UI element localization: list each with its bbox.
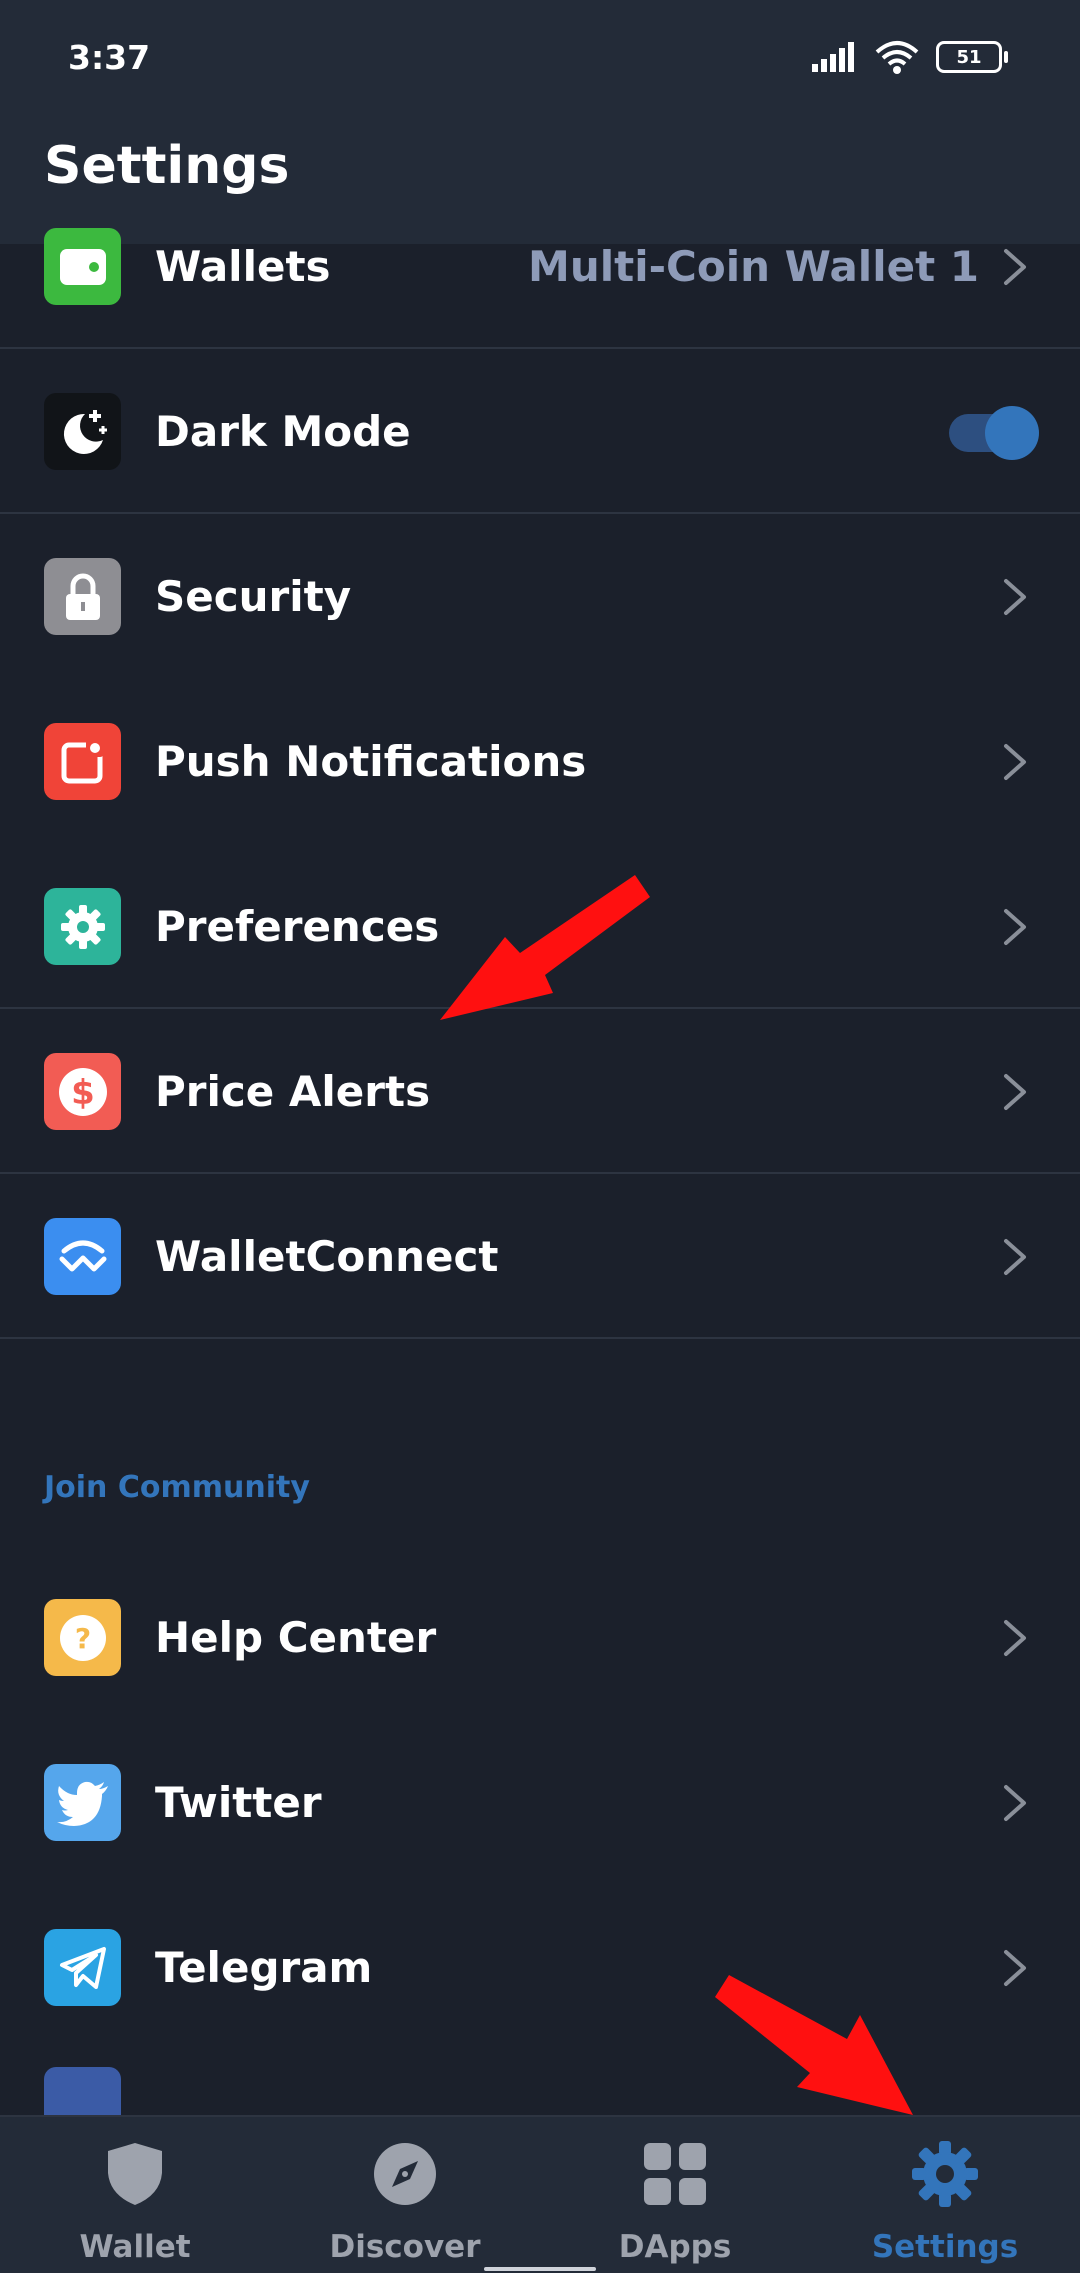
twitter-icon — [44, 1764, 121, 1841]
row-label: Price Alerts — [155, 1067, 431, 1116]
tab-label: Settings — [871, 2229, 1019, 2265]
row-label: Telegram — [155, 1943, 373, 1992]
bottom-tab-bar: Wallet Discover DApps Settings — [0, 2115, 1080, 2273]
grid-icon — [644, 2143, 706, 2205]
moon-icon — [44, 393, 121, 470]
dark-mode-toggle[interactable] — [947, 405, 1039, 460]
wifi-icon — [875, 41, 919, 74]
row-label: Push Notifications — [155, 737, 587, 786]
facebook-icon — [44, 2067, 121, 2115]
chevron-right-icon — [1004, 1949, 1026, 1986]
selected-wallet-name: Multi-Coin Wallet 1 — [528, 242, 979, 291]
settings-row-wallets[interactable]: Wallets Multi-Coin Wallet 1 — [0, 184, 1080, 349]
notification-icon — [44, 723, 121, 800]
chevron-right-icon — [1004, 1784, 1026, 1821]
tab-label: Wallet — [79, 2229, 191, 2265]
battery-indicator: 51 — [936, 41, 1008, 73]
chevron-right-icon — [1004, 908, 1026, 945]
row-label: Security — [155, 572, 352, 621]
telegram-icon — [44, 1929, 121, 2006]
settings-row-twitter[interactable]: Twitter — [0, 1720, 1080, 1885]
row-label: Help Center — [155, 1613, 437, 1662]
settings-row-walletconnect[interactable]: WalletConnect — [0, 1174, 1080, 1339]
home-indicator — [484, 2267, 596, 2271]
row-label: WalletConnect — [155, 1232, 499, 1281]
row-label: Twitter — [155, 1778, 322, 1827]
tab-label: Discover — [329, 2229, 481, 2265]
row-label: Wallets — [155, 242, 331, 291]
tab-wallet[interactable]: Wallet — [0, 2117, 270, 2273]
gear-icon — [44, 888, 121, 965]
compass-icon — [374, 2143, 436, 2205]
row-label: Dark Mode — [155, 407, 411, 456]
chevron-right-icon — [1004, 1619, 1026, 1656]
annotation-arrow-preferences — [440, 875, 650, 1020]
gear-icon — [912, 2141, 978, 2207]
battery-level: 51 — [956, 46, 982, 68]
tab-dapps[interactable]: DApps — [540, 2117, 810, 2273]
dollar-icon: $ — [44, 1053, 121, 1130]
annotation-arrow-settings-tab — [715, 1975, 913, 2115]
lock-icon — [44, 558, 121, 635]
chevron-right-icon — [1004, 1073, 1026, 1110]
shield-icon — [108, 2143, 162, 2205]
svg-text:$: $ — [71, 1073, 95, 1113]
tab-label: DApps — [618, 2229, 732, 2265]
section-heading-community: Join Community — [44, 1470, 310, 1505]
chevron-right-icon — [1004, 1238, 1026, 1275]
help-icon: ? — [44, 1599, 121, 1676]
settings-row-push-notifications[interactable]: Push Notifications — [0, 679, 1080, 844]
chevron-right-icon — [1004, 743, 1026, 780]
settings-row-help-center[interactable]: ? Help Center — [0, 1555, 1080, 1720]
settings-row-telegram[interactable]: Telegram — [0, 1885, 1080, 2050]
row-label: Preferences — [155, 902, 440, 951]
tab-discover[interactable]: Discover — [270, 2117, 540, 2273]
status-icons: 51 — [812, 40, 1008, 74]
settings-row-price-alerts[interactable]: $ Price Alerts — [0, 1009, 1080, 1174]
signal-icon — [812, 42, 854, 72]
walletconnect-icon — [44, 1218, 121, 1295]
chevron-right-icon — [1004, 248, 1026, 285]
settings-row-dark-mode: Dark Mode — [0, 349, 1080, 514]
settings-row-security[interactable]: Security — [0, 514, 1080, 679]
status-time: 3:37 — [68, 38, 151, 77]
wallet-icon — [44, 228, 121, 305]
svg-text:?: ? — [74, 1622, 90, 1655]
chevron-right-icon — [1004, 578, 1026, 615]
tab-settings[interactable]: Settings — [810, 2117, 1080, 2273]
settings-row-partial — [0, 2055, 1080, 2115]
